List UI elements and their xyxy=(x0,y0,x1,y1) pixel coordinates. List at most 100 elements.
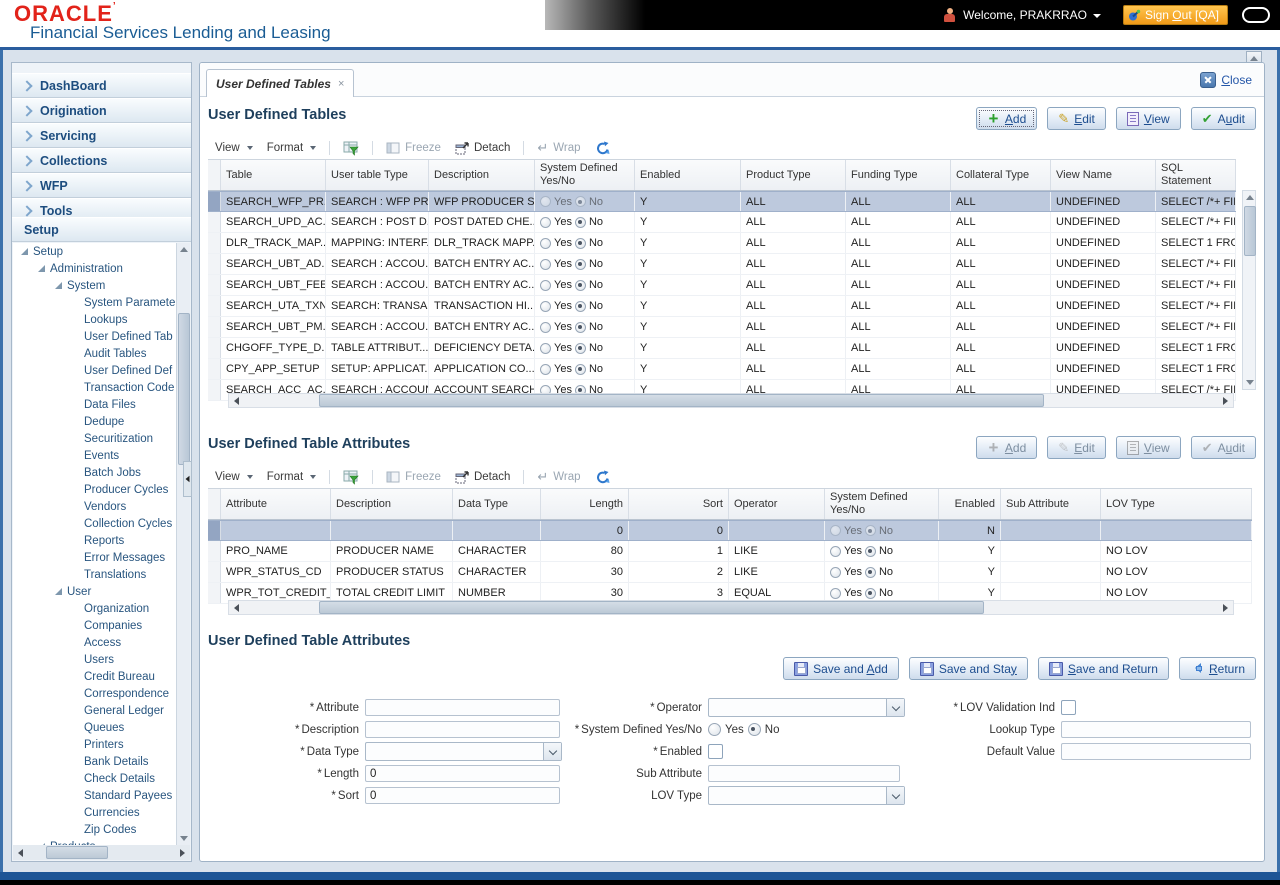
radio-yes[interactable] xyxy=(830,567,841,578)
tree-item-reports[interactable]: Reports xyxy=(13,532,177,549)
row-selector[interactable] xyxy=(208,359,221,379)
radio-no[interactable] xyxy=(575,301,586,312)
tree-item-standard-payees[interactable]: Standard Payees xyxy=(13,787,177,804)
tree-item-companies[interactable]: Companies xyxy=(13,617,177,634)
tree-item-batch-jobs[interactable]: Batch Jobs xyxy=(13,464,177,481)
tree-item-lookups[interactable]: Lookups xyxy=(13,311,177,328)
sidebar-item-dashboard[interactable]: DashBoard xyxy=(12,73,191,98)
yes-no-radio[interactable]: YesNo xyxy=(540,196,603,208)
tree-item-administration[interactable]: Administration xyxy=(13,260,177,277)
radio-no[interactable] xyxy=(865,567,876,578)
view-menu[interactable]: View xyxy=(208,138,260,158)
scroll-down-button[interactable] xyxy=(176,832,191,845)
yes-no-radio[interactable]: YesNo xyxy=(540,342,603,354)
view-menu[interactable]: View xyxy=(208,467,260,487)
scroll-right-button[interactable] xyxy=(1218,394,1233,407)
welcome-menu[interactable]: Welcome, PRAKRRAO xyxy=(963,8,1101,22)
sidebar-item-setup[interactable]: Setup xyxy=(12,217,191,242)
format-menu[interactable]: Format xyxy=(260,467,323,487)
refresh-icon[interactable] xyxy=(588,470,618,485)
radio-yes[interactable] xyxy=(540,217,551,228)
tab-close-icon[interactable]: × xyxy=(338,78,344,90)
data-type-select[interactable] xyxy=(365,742,562,761)
table-row[interactable]: SEARCH_WFP_PR...SEARCH : WFP PR...WFP PR… xyxy=(208,191,1236,212)
sidebar-item-collections[interactable]: Collections xyxy=(12,148,191,173)
table-row[interactable]: CPY_APP_SETUPSETUP: APPLICAT...APPLICATI… xyxy=(208,359,1236,380)
tree-item-data-files[interactable]: Data Files xyxy=(13,396,177,413)
enabled-checkbox[interactable] xyxy=(708,744,723,759)
tree-item-user-defined-tab[interactable]: User Defined Tab xyxy=(13,328,177,345)
expand-icon[interactable] xyxy=(38,265,45,272)
format-menu[interactable]: Format xyxy=(260,138,323,158)
scroll-right-button[interactable] xyxy=(175,846,190,859)
row-selector[interactable] xyxy=(208,296,221,316)
yes-no-radio[interactable]: YesNo xyxy=(830,566,893,578)
tree-item-currencies[interactable]: Currencies xyxy=(13,804,177,821)
scroll-thumb[interactable] xyxy=(319,601,984,614)
table-row[interactable]: DLR_TRACK_MAP...MAPPING: INTERF...DLR_TR… xyxy=(208,233,1236,254)
tree-item-transaction-code[interactable]: Transaction Code xyxy=(13,379,177,396)
refresh-icon[interactable] xyxy=(588,141,618,156)
table-row[interactable]: WPR_STATUS_CDPRODUCER STATUSCHARACTER302… xyxy=(208,562,1252,583)
sign-out-button[interactable]: Sign Out [QA] xyxy=(1123,5,1228,25)
tree-item-printers[interactable]: Printers xyxy=(13,736,177,753)
tree-item-products[interactable]: Products xyxy=(13,838,177,845)
yes-no-radio[interactable]: YesNo xyxy=(540,321,603,333)
tree-item-translations[interactable]: Translations xyxy=(13,566,177,583)
tree-item-dedupe[interactable]: Dedupe xyxy=(13,413,177,430)
radio-no[interactable] xyxy=(575,322,586,333)
close-button[interactable]: Close xyxy=(1200,72,1252,88)
tree-item-organization[interactable]: Organization xyxy=(13,600,177,617)
tree-item-credit-bureau[interactable]: Credit Bureau xyxy=(13,668,177,685)
radio-no[interactable] xyxy=(865,588,876,599)
yes-no-radio[interactable]: YesNo xyxy=(540,279,603,291)
tree-item-general-ledger[interactable]: General Ledger xyxy=(13,702,177,719)
sidebar-item-origination[interactable]: Origination xyxy=(12,98,191,123)
lov-type-select[interactable] xyxy=(708,786,905,805)
view-button[interactable]: View xyxy=(1116,107,1181,130)
detach-button[interactable]: Detach xyxy=(448,138,517,158)
attribute-input[interactable] xyxy=(365,699,560,716)
scroll-right-button[interactable] xyxy=(1218,601,1233,614)
radio-no[interactable] xyxy=(865,546,876,557)
radio-yes[interactable] xyxy=(540,301,551,312)
description-input[interactable] xyxy=(365,721,560,738)
expand-icon[interactable] xyxy=(55,588,62,595)
sidebar-item-servicing[interactable]: Servicing xyxy=(12,123,191,148)
row-selector[interactable] xyxy=(208,380,221,400)
query-by-example-icon[interactable] xyxy=(336,141,366,156)
scroll-left-button[interactable] xyxy=(229,601,244,614)
scroll-down-button[interactable] xyxy=(1242,376,1257,389)
table-row[interactable]: SEARCH_UBT_FEE...SEARCH : ACCOU...BATCH … xyxy=(208,275,1236,296)
radio-no[interactable] xyxy=(748,723,761,736)
row-selector[interactable] xyxy=(208,254,221,274)
tree-item-user[interactable]: User xyxy=(13,583,177,600)
scroll-up-button[interactable] xyxy=(1242,191,1257,204)
radio-yes[interactable] xyxy=(540,196,551,207)
tree-item-bank-details[interactable]: Bank Details xyxy=(13,753,177,770)
row-selector[interactable] xyxy=(208,521,221,540)
table-row[interactable]: PRO_NAMEPRODUCER NAMECHARACTER801LIKEYes… xyxy=(208,541,1252,562)
expand-icon[interactable] xyxy=(21,248,28,255)
sidebar-item-wfp[interactable]: WFP xyxy=(12,173,191,198)
radio-no[interactable] xyxy=(575,238,586,249)
radio-yes[interactable] xyxy=(830,525,841,536)
scroll-thumb[interactable] xyxy=(1244,206,1256,256)
row-selector[interactable] xyxy=(208,275,221,295)
yes-no-radio[interactable]: YesNo xyxy=(540,237,603,249)
radio-no[interactable] xyxy=(575,280,586,291)
table-row[interactable]: SEARCH_UPD_AC...SEARCH : POST D...POST D… xyxy=(208,212,1236,233)
radio-no[interactable] xyxy=(575,343,586,354)
radio-yes[interactable] xyxy=(540,238,551,249)
table-row[interactable]: SEARCH_UBT_AD...SEARCH : ACCOU...BATCH E… xyxy=(208,254,1236,275)
radio-no[interactable] xyxy=(575,364,586,375)
system-defined-radio[interactable]: Yes No xyxy=(708,723,779,736)
tree-item-zip-codes[interactable]: Zip Codes xyxy=(13,821,177,838)
tree-item-vendors[interactable]: Vendors xyxy=(13,498,177,515)
lookup-type-input[interactable] xyxy=(1061,721,1251,738)
radio-no[interactable] xyxy=(575,196,586,207)
row-selector[interactable] xyxy=(208,317,221,337)
default-value-input[interactable] xyxy=(1061,743,1251,760)
pane-collapse-handle[interactable] xyxy=(183,461,192,497)
tree-item-error-messages[interactable]: Error Messages xyxy=(13,549,177,566)
